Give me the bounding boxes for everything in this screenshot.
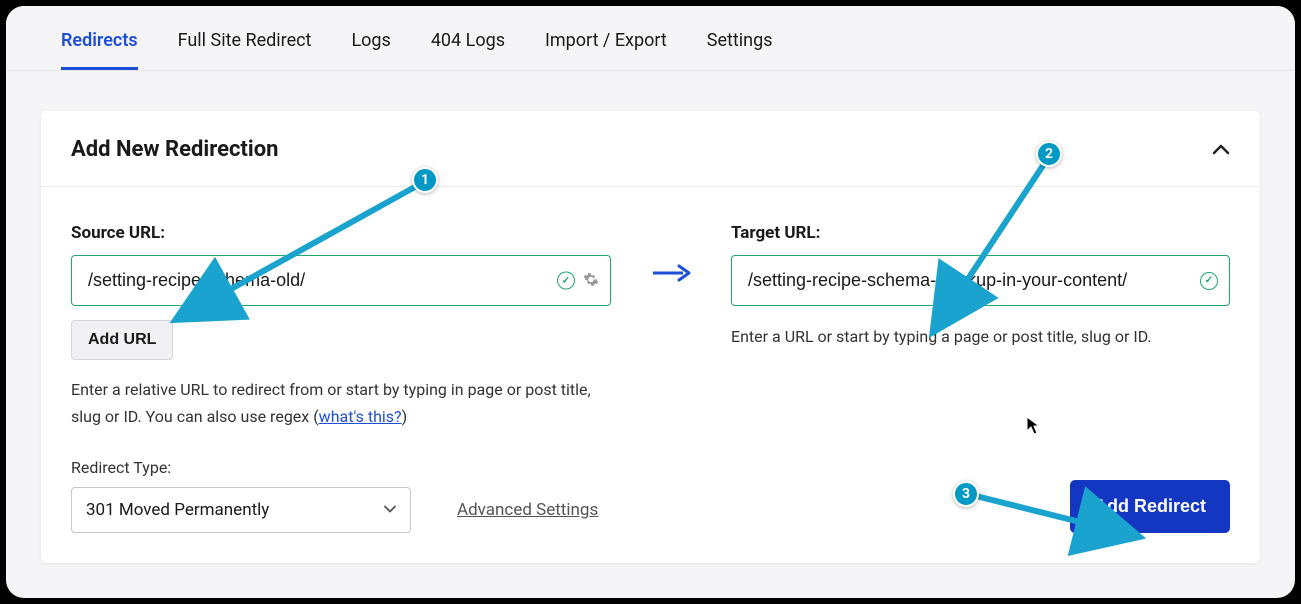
source-url-label: Source URL: (71, 223, 611, 243)
chevron-down-icon (384, 503, 396, 518)
redirect-type-row: 301 Moved Permanently Advanced Settings (71, 487, 611, 533)
target-input-icons: ✓ (1200, 272, 1218, 290)
target-url-input[interactable] (731, 255, 1230, 306)
redirect-type-label: Redirect Type: (71, 458, 611, 477)
whats-this-link[interactable]: what's this? (319, 407, 402, 426)
source-hint-after: ) (402, 407, 408, 426)
target-url-label: Target URL: (731, 223, 1230, 243)
advanced-settings-link[interactable]: Advanced Settings (457, 500, 598, 520)
tab-import-export[interactable]: Import / Export (545, 30, 667, 70)
redirect-type-value: 301 Moved Permanently (86, 500, 269, 520)
tab-redirects[interactable]: Redirects (61, 30, 138, 70)
source-column: Source URL: ✓ Add URL Enter a relative U… (71, 223, 611, 533)
source-url-input-wrap: ✓ (71, 255, 611, 306)
tab-404-logs[interactable]: 404 Logs (431, 30, 505, 70)
tab-settings[interactable]: Settings (707, 30, 773, 70)
tabs-bar: Redirects Full Site Redirect Logs 404 Lo… (6, 6, 1295, 71)
source-hint-text: Enter a relative URL to redirect from or… (71, 376, 611, 430)
card-body: Source URL: ✓ Add URL Enter a relative U… (41, 187, 1260, 563)
add-url-button[interactable]: Add URL (71, 320, 173, 360)
card-title: Add New Redirection (71, 137, 278, 162)
tab-full-site-redirect[interactable]: Full Site Redirect (178, 30, 312, 70)
source-input-icons: ✓ (557, 271, 599, 290)
mouse-cursor-icon (1026, 416, 1042, 441)
source-url-input[interactable] (71, 255, 611, 306)
gear-icon[interactable] (583, 271, 599, 290)
card-header: Add New Redirection (41, 111, 1260, 187)
target-hint-text: Enter a URL or start by typing a page or… (731, 324, 1230, 350)
arrow-column (641, 223, 701, 533)
arrow-right-icon (649, 263, 693, 289)
check-circle-icon: ✓ (557, 272, 575, 290)
check-circle-icon: ✓ (1200, 272, 1218, 290)
target-url-input-wrap: ✓ (731, 255, 1230, 306)
add-redirect-button[interactable]: Add Redirect (1070, 480, 1230, 533)
redirect-type-select[interactable]: 301 Moved Permanently (71, 487, 411, 533)
chevron-up-icon[interactable] (1212, 139, 1230, 160)
add-redirection-card: Add New Redirection Source URL: ✓ Add (41, 111, 1260, 563)
redirect-manager-window: Redirects Full Site Redirect Logs 404 Lo… (6, 6, 1295, 598)
tab-logs[interactable]: Logs (351, 30, 390, 70)
